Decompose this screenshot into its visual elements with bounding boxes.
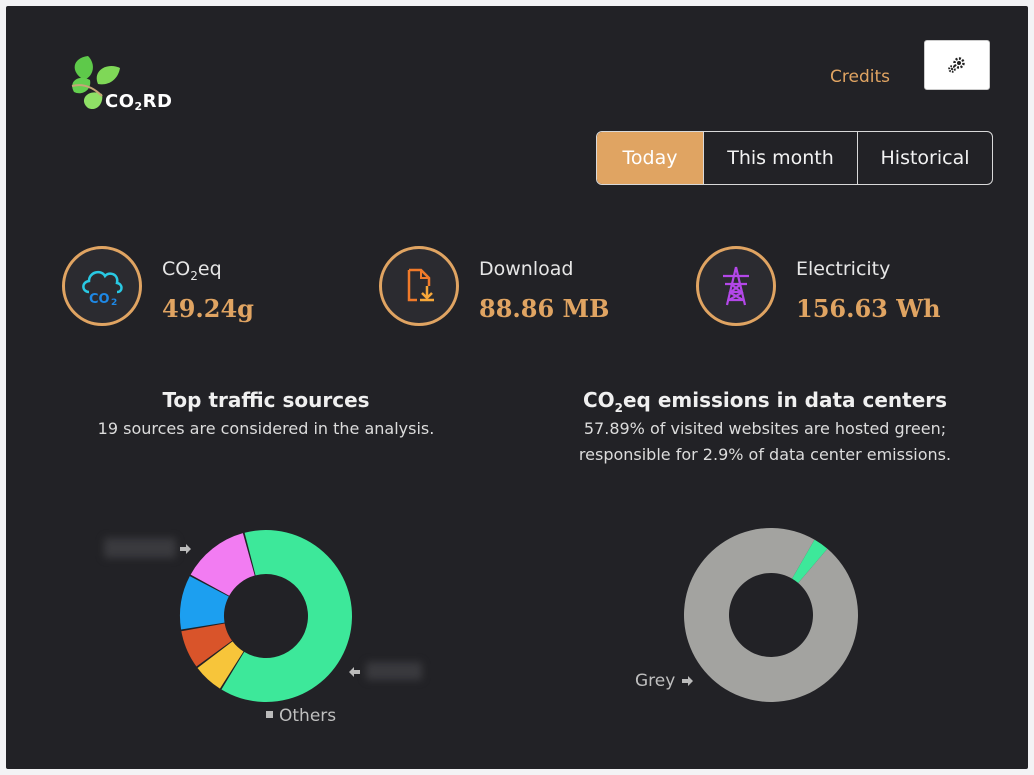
electricity-badge: [696, 246, 776, 326]
stat-co2: CO 2 CO2eq 49.24g: [62, 246, 312, 332]
stat-download: Download 88.86 MB: [379, 246, 639, 332]
gears-icon: [948, 57, 965, 73]
others-label: Others: [279, 706, 337, 726]
emissions-subtitle: 57.89% of visited websites are hosted gr…: [526, 416, 1004, 468]
traffic-donut-chart[interactable]: [166, 516, 366, 716]
grey-label: Grey: [635, 671, 676, 691]
app-panel: CO2RD Credits Today This month Historica…: [6, 6, 1028, 769]
electricity-label: Electricity: [796, 258, 891, 280]
brand-name: CO2RD: [105, 91, 173, 113]
power-tower-icon: [723, 266, 749, 306]
co2-cloud-icon: CO 2: [82, 270, 123, 306]
donut-slice-1[interactable]: [684, 528, 858, 702]
download-label: Download: [479, 258, 574, 280]
emissions-subtitle-line2: responsible for 2.9% of data center emis…: [578, 445, 952, 464]
co2-value: 49.24g: [162, 294, 254, 323]
co2-badge: CO 2: [62, 246, 142, 326]
label-pointer-icon: [682, 676, 693, 686]
label-pointer-icon: [266, 711, 273, 718]
stat-electricity: Electricity 156.63 Wh: [696, 246, 956, 332]
electricity-value: 156.63 Wh: [796, 294, 941, 323]
label-pointer-icon: [349, 667, 360, 677]
svg-text:CO: CO: [89, 292, 110, 306]
tab-today[interactable]: Today: [597, 132, 703, 184]
download-value: 88.86 MB: [479, 294, 610, 323]
tab-this-month[interactable]: This month: [703, 132, 857, 184]
svg-text:2: 2: [111, 298, 117, 306]
blurred-source-label: [366, 662, 422, 680]
download-badge: [379, 246, 459, 326]
emissions-subtitle-line1: 57.89% of visited websites are hosted gr…: [583, 419, 947, 438]
tab-historical[interactable]: Historical: [857, 132, 992, 184]
emissions-title: CO2eq emissions in data centers: [582, 388, 948, 415]
label-pointer-icon: [180, 544, 191, 554]
traffic-subtitle: 19 sources are considered in the analysi…: [97, 419, 435, 438]
credits-link[interactable]: Credits: [830, 67, 890, 87]
period-tabs: Today This month Historical: [596, 131, 993, 185]
blurred-source-label: [104, 538, 176, 558]
settings-button[interactable]: [924, 40, 990, 90]
traffic-title: Top traffic sources: [162, 388, 370, 412]
co2-label: CO2eq: [162, 258, 222, 283]
file-download-icon: [407, 268, 434, 302]
